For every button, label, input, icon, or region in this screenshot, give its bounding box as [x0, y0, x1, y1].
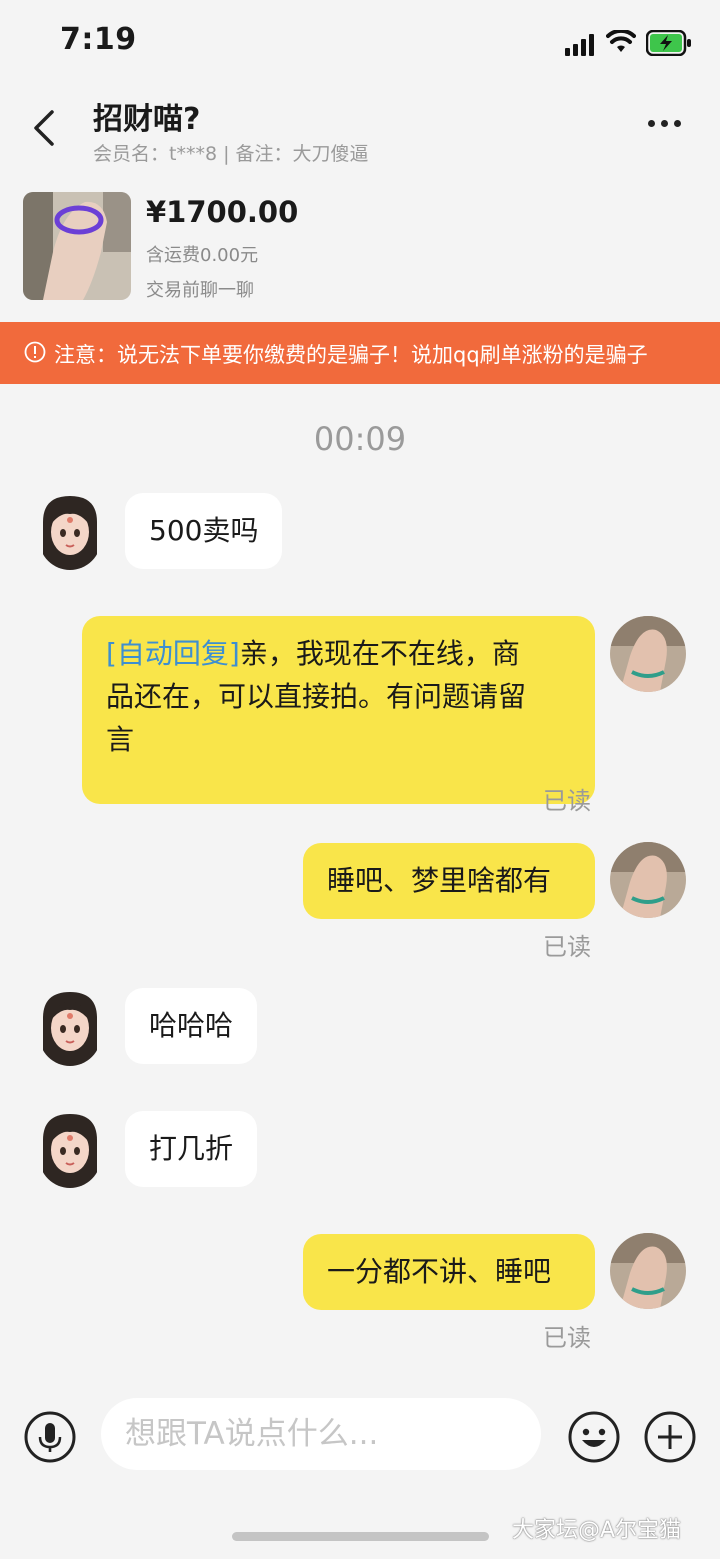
back-button[interactable] [24, 104, 64, 152]
auto-reply-tag: [自动回复] [106, 637, 240, 670]
dot-icon [661, 120, 668, 127]
status-time: 7:19 [60, 22, 137, 57]
message-text-line: 亲，我现在不在线，商 [239, 637, 520, 670]
dot-icon [648, 120, 655, 127]
product-thumbnail[interactable] [23, 192, 131, 300]
alert-icon [24, 341, 46, 363]
message-bubble-outgoing[interactable]: [自动回复]亲，我现在不在线，商 品还在，可以直接拍。有问题请留 言 [82, 616, 595, 804]
read-status: 已读 [543, 787, 591, 815]
watermark: 大家坛@A尔宝猫 [512, 1518, 682, 1543]
product-price: ¥1700.00 [146, 195, 299, 229]
voice-input-button[interactable] [23, 1410, 77, 1464]
chat-timestamp: 00:09 [313, 420, 407, 458]
cellular-signal-icon [565, 34, 594, 56]
message-text-line: 品还在，可以直接拍。有问题请留 [106, 680, 527, 713]
status-bar: 7:19 [0, 0, 720, 90]
warning-text: 注意：说无法下单要你缴费的是骗子！说加qq刷单涨粉的是骗子 [54, 343, 648, 367]
battery-charging-icon [646, 30, 691, 56]
message-bubble-outgoing[interactable]: 一分都不讲、睡吧 [303, 1234, 595, 1310]
add-attachment-button[interactable] [643, 1410, 697, 1464]
dot-icon [674, 120, 681, 127]
message-bubble-incoming[interactable]: 打几折 [125, 1111, 258, 1187]
more-options-button[interactable] [648, 112, 692, 140]
message-bubble-incoming[interactable]: 哈哈哈 [125, 988, 258, 1064]
trade-note: 交易前聊一聊 [146, 280, 254, 301]
self-avatar[interactable] [610, 842, 686, 918]
contact-avatar[interactable] [39, 1112, 101, 1188]
wifi-icon [606, 30, 636, 52]
self-avatar[interactable] [610, 616, 686, 692]
message-input[interactable] [101, 1398, 541, 1470]
shipping-fee: 含运费0.00元 [146, 245, 259, 266]
chat-title: 招财喵? [93, 102, 201, 137]
message-bubble-outgoing[interactable]: 睡吧、梦里啥都有 [303, 843, 595, 919]
warning-banner: 注意：说无法下单要你缴费的是骗子！说加qq刷单涨粉的是骗子 [0, 322, 720, 384]
self-avatar[interactable] [610, 1233, 686, 1309]
read-status: 已读 [543, 1324, 591, 1352]
emoji-button[interactable] [567, 1410, 621, 1464]
home-indicator [232, 1532, 489, 1541]
message-text-line: 言 [106, 723, 135, 756]
read-status: 已读 [543, 933, 591, 961]
member-info: 会员名：t***8 | 备注：大刀傻逼 [93, 143, 369, 165]
message-bubble-incoming[interactable]: 500卖吗 [125, 493, 283, 569]
contact-avatar[interactable] [39, 990, 101, 1066]
contact-avatar[interactable] [39, 494, 101, 570]
